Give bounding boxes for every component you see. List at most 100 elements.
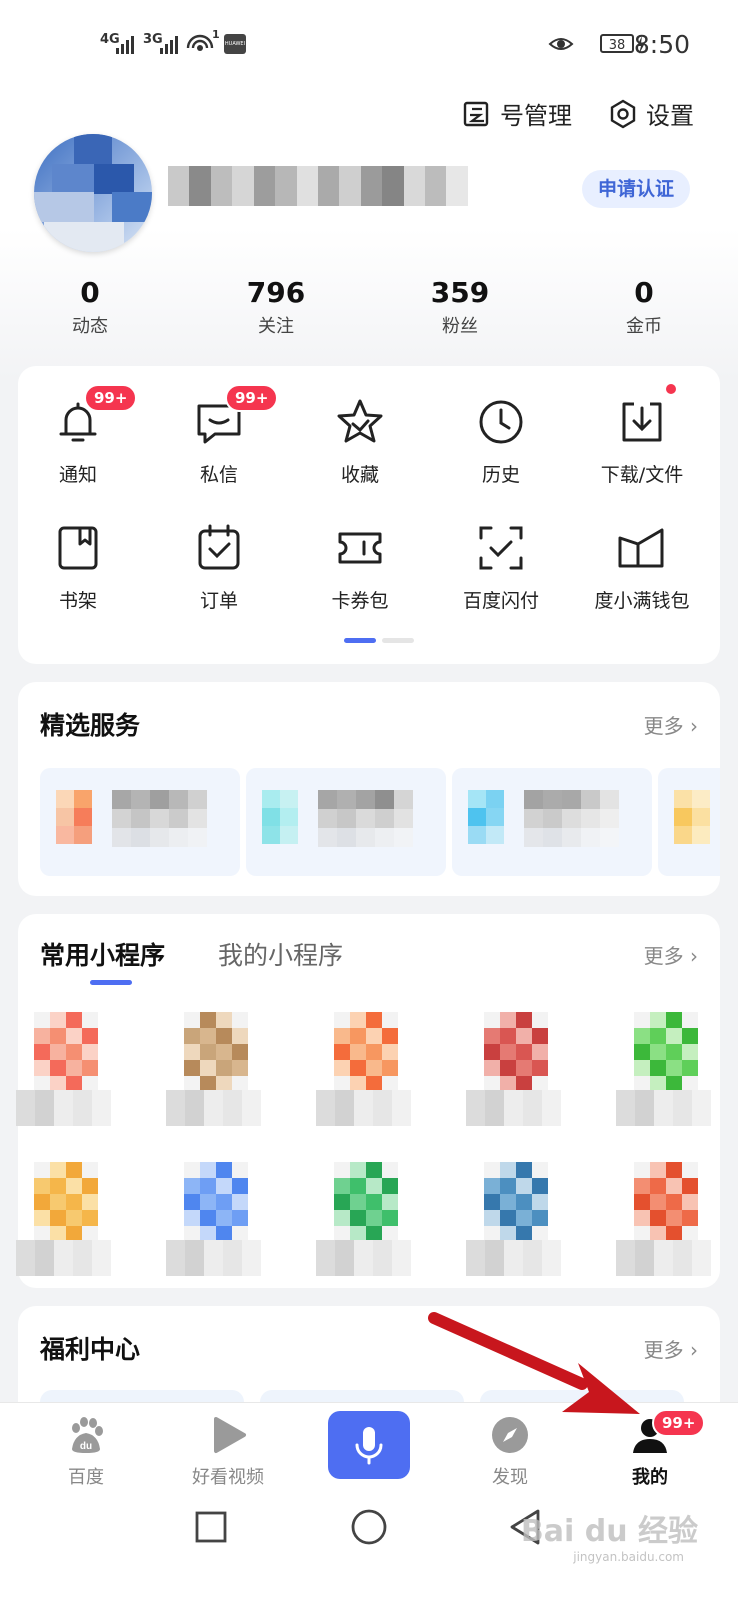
mini-programs-more-link[interactable]: 更多 › — [644, 940, 698, 969]
welfare-center-more-link[interactable]: 更多 › — [644, 1334, 698, 1363]
mini-program-name-mosaic — [616, 1240, 711, 1276]
signal-bars-1-icon — [116, 34, 134, 54]
service-text-mosaic — [112, 790, 207, 847]
signal-bars-2-icon — [160, 34, 178, 54]
tool-label: 书架 — [58, 590, 97, 612]
settings-label: 设置 — [646, 102, 694, 130]
stat-fans[interactable]: 359 粉丝 — [400, 276, 520, 338]
nav-baidu[interactable]: du 百度 — [36, 1415, 136, 1489]
scan-pay-icon — [479, 526, 523, 570]
mini-program-item[interactable] — [166, 1012, 266, 1132]
featured-services-more-link[interactable]: 更多 › — [644, 710, 698, 739]
mini-program-name-mosaic — [166, 1090, 261, 1126]
stat-fans-label: 粉丝 — [442, 316, 478, 337]
download-dot-badge — [666, 384, 676, 394]
mini-program-item[interactable] — [616, 1012, 716, 1132]
mini-program-icon-mosaic — [334, 1162, 398, 1242]
stat-posts[interactable]: 0 动态 — [30, 276, 150, 338]
voice-search-button[interactable] — [328, 1411, 410, 1479]
service-icon-mosaic — [262, 790, 298, 844]
stat-following-count: 796 — [246, 276, 306, 309]
baidu-profile-screen: 4G 3G 1 HUAWEI 38 8:50 号管理 设置 申请认证 0 动态 … — [0, 0, 738, 1600]
bookshelf-icon — [58, 526, 98, 570]
stat-following-label: 关注 — [258, 316, 294, 337]
mini-program-icon-mosaic — [634, 1162, 698, 1242]
service-item[interactable] — [246, 768, 446, 876]
mini-program-icon-mosaic — [184, 1012, 248, 1092]
nav-haokan-video[interactable]: 好看视频 — [178, 1415, 278, 1489]
watermark-logo: Bai du 经验 — [520, 1514, 698, 1549]
stat-coins-count: 0 — [634, 276, 654, 309]
mini-program-name-mosaic — [316, 1240, 411, 1276]
mini-program-name-mosaic — [166, 1240, 261, 1276]
tool-history[interactable]: 历史 — [431, 396, 571, 487]
settings-button[interactable]: 设置 — [608, 96, 694, 131]
stat-posts-label: 动态 — [72, 316, 108, 337]
service-icon-mosaic — [674, 790, 710, 844]
mini-program-icon-mosaic — [34, 1012, 98, 1092]
mini-program-item[interactable] — [166, 1162, 266, 1282]
tool-orders[interactable]: 订单 — [149, 522, 289, 613]
mini-program-name-mosaic — [466, 1090, 561, 1126]
tool-favorites[interactable]: 收藏 — [290, 396, 430, 487]
mini-program-item[interactable] — [316, 1162, 416, 1282]
hotspot-count: 1 — [212, 28, 220, 41]
stat-coins[interactable]: 0 金币 — [584, 276, 704, 338]
mini-program-name-mosaic — [466, 1240, 561, 1276]
ticket-icon — [338, 532, 382, 564]
tool-notifications[interactable]: 99+ 通知 — [8, 384, 148, 487]
stat-following[interactable]: 796 关注 — [216, 276, 336, 338]
service-item[interactable] — [658, 768, 720, 876]
service-item[interactable] — [40, 768, 240, 876]
tool-coupons[interactable]: 卡券包 — [290, 522, 430, 613]
huawei-brand-text: HUAWEI — [224, 41, 246, 47]
mini-program-item[interactable] — [466, 1162, 566, 1282]
tool-bookshelf[interactable]: 书架 — [8, 522, 148, 613]
home-icon[interactable] — [350, 1508, 388, 1546]
mini-program-item[interactable] — [16, 1012, 116, 1132]
avatar[interactable] — [34, 134, 152, 252]
service-item[interactable] — [452, 768, 652, 876]
mini-program-name-mosaic — [616, 1090, 711, 1126]
notification-badge: 99+ — [84, 384, 138, 412]
mini-program-item[interactable] — [466, 1012, 566, 1132]
tool-baidu-pay[interactable]: 百度闪付 — [431, 522, 571, 613]
tab-my-mini-programs[interactable]: 我的小程序 — [218, 936, 343, 972]
mini-program-item[interactable] — [16, 1162, 116, 1282]
download-icon — [622, 402, 662, 442]
play-icon — [214, 1417, 246, 1453]
tool-downloads[interactable]: 下载/文件 — [572, 384, 712, 487]
more-label: 更多 — [643, 714, 684, 738]
tool-wallet[interactable]: 度小满钱包 — [572, 522, 712, 613]
tool-label: 收藏 — [340, 464, 379, 486]
mini-program-item[interactable] — [316, 1012, 416, 1132]
stat-coins-label: 金币 — [626, 316, 662, 337]
nav-me[interactable]: 99+ 我的 — [600, 1409, 706, 1489]
profile-stats: 0 动态 796 关注 359 粉丝 0 金币 — [0, 276, 738, 346]
service-text-mosaic — [524, 790, 619, 847]
page-dot-active — [344, 638, 376, 643]
recent-apps-icon[interactable] — [194, 1510, 228, 1544]
message-badge: 99+ — [225, 384, 279, 412]
tool-label: 历史 — [481, 464, 520, 486]
tab-common-mini-programs[interactable]: 常用小程序 — [40, 936, 165, 972]
nav-discover[interactable]: 发现 — [460, 1415, 560, 1489]
page-indicator — [344, 638, 414, 643]
tool-label: 私信 — [199, 464, 238, 486]
star-icon — [337, 399, 383, 443]
order-icon — [198, 524, 240, 570]
tool-label: 卡券包 — [331, 590, 389, 612]
nav-me-badge: 99+ — [652, 1409, 706, 1437]
tool-messages[interactable]: 99+ 私信 — [149, 384, 289, 487]
service-icon-mosaic — [56, 790, 92, 844]
mini-program-item[interactable] — [616, 1162, 716, 1282]
huawei-app-icon: HUAWEI — [224, 34, 246, 54]
apply-certification-button[interactable]: 申请认证 — [581, 170, 690, 208]
more-label: 更多 — [643, 944, 684, 968]
service-text-mosaic — [318, 790, 413, 847]
account-manage-button[interactable]: 号管理 — [462, 96, 572, 131]
more-label: 更多 — [643, 1338, 684, 1362]
stat-posts-count: 0 — [80, 276, 100, 309]
tool-label: 百度闪付 — [462, 590, 539, 612]
mini-program-icon-mosaic — [334, 1012, 398, 1092]
